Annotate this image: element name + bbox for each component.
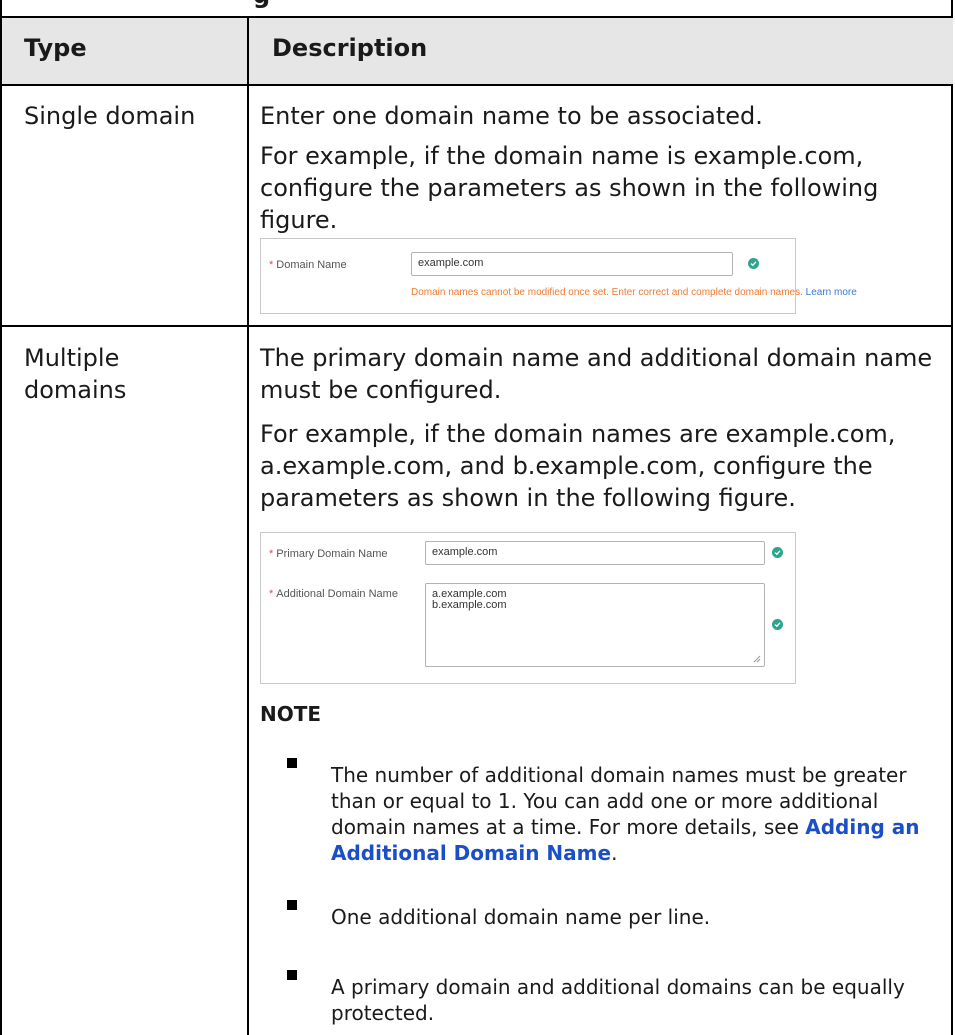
note-item-2: One additional domain name per line. — [331, 905, 711, 929]
additional-domain-label: * Additional Domain Name — [269, 588, 398, 600]
cut-off-caption: g — [253, 0, 270, 9]
primary-domain-input[interactable]: example.com — [425, 541, 765, 565]
row2-paragraph-1: The primary domain name and additional d… — [260, 344, 933, 404]
domain-name-input[interactable]: example.com — [411, 252, 733, 276]
single-domain-form-figure: * Domain Name example.com Domain names ca… — [260, 238, 857, 314]
note-item-1: The number of additional domain names mu… — [331, 763, 920, 865]
bullet-icon — [287, 970, 297, 980]
hint-warning-text: Domain names cannot be modified once set… — [411, 287, 803, 298]
additional-domain-line-2: b.example.com — [432, 599, 507, 611]
additional-check-icon — [772, 619, 783, 630]
additional-domain-textarea[interactable]: a.example.com b.example.com — [425, 583, 765, 667]
row2-type-line1: Multiple — [24, 344, 120, 372]
resize-handle-icon[interactable] — [753, 655, 761, 663]
column-divider — [247, 86, 249, 1035]
row2-paragraph-2: For example, if the domain names are exa… — [260, 420, 896, 512]
row2-type-line2: domains — [24, 376, 127, 404]
domain-name-hint: Domain names cannot be modified once set… — [411, 287, 857, 298]
primary-domain-label: * Primary Domain Name — [269, 548, 388, 560]
header-type: Type — [24, 34, 87, 62]
note-title: NOTE — [260, 702, 322, 726]
parameter-table: g Type Description Single domain Enter o… — [0, 0, 953, 1035]
primary-check-icon — [772, 547, 783, 558]
header-column-divider — [247, 16, 249, 86]
row1-paragraph-2: For example, if the domain name is examp… — [260, 142, 879, 234]
check-icon — [748, 258, 759, 269]
bullet-icon — [287, 758, 297, 768]
multiple-domains-form-figure: * Primary Domain Name example.com * Additi… — [260, 532, 796, 684]
learn-more-link[interactable]: Learn more — [806, 287, 857, 298]
row1-type: Single domain — [24, 102, 196, 130]
bullet-icon — [287, 900, 297, 910]
note-item-3: A primary domain and additional domains … — [331, 975, 905, 1025]
row1-paragraph-1: Enter one domain name to be associated. — [260, 102, 763, 130]
header-description: Description — [272, 34, 428, 62]
row-divider — [2, 325, 953, 327]
domain-name-label: * Domain Name — [269, 259, 347, 271]
table-header-row: Type Description — [2, 16, 953, 86]
